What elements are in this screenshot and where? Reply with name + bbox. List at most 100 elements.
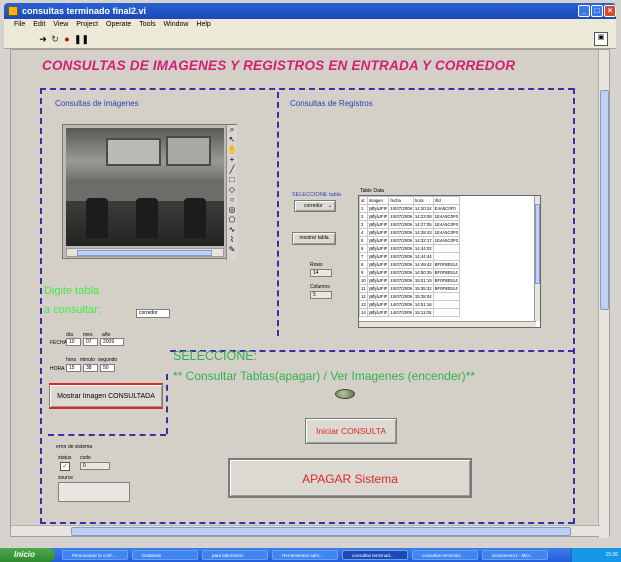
oval-icon[interactable]: ○ bbox=[227, 195, 237, 205]
table-cell: 10/07/2009 bbox=[388, 212, 414, 221]
selection-left-divider bbox=[166, 374, 168, 434]
abort-icon[interactable]: ● bbox=[62, 34, 72, 44]
pause-icon[interactable]: ❚❚ bbox=[74, 34, 89, 44]
menu-edit[interactable]: Edit bbox=[33, 21, 45, 28]
data-table-grid: id imagen fecha hora rfid 1 ÿØÿàJFIF 10/07/200… bbox=[359, 196, 461, 317]
menu-window[interactable]: Window bbox=[164, 21, 189, 28]
table-row[interactable]: 2 ÿØÿàJFIF 10/07/2009 14:23:08 1E4A5C0F0 bbox=[359, 212, 461, 221]
pointer-icon[interactable]: ↖ bbox=[227, 135, 237, 145]
middle-divider bbox=[277, 92, 279, 336]
table-cell bbox=[432, 244, 461, 253]
menu-view[interactable]: View bbox=[53, 21, 68, 28]
table-vertical-scrollbar[interactable] bbox=[534, 196, 540, 321]
show-table-button[interactable]: mostrar tabla bbox=[292, 232, 336, 245]
table-select-ring[interactable]: corredor ⌄ bbox=[294, 200, 336, 212]
close-icon[interactable]: × bbox=[604, 5, 616, 17]
table-cell: 14:27:05 bbox=[412, 220, 434, 229]
table-name-input[interactable]: corredor bbox=[136, 309, 170, 318]
select-table-label: SELECCIONE tabla bbox=[292, 192, 341, 198]
table-cell: 14:51:16 bbox=[412, 300, 434, 309]
point-icon[interactable]: + bbox=[227, 155, 237, 165]
menu-file[interactable]: File bbox=[14, 21, 25, 28]
task-button-6[interactable]: Documento1 - Micr... bbox=[482, 550, 548, 560]
minute-input[interactable]: 38 bbox=[83, 364, 98, 372]
menu-tools[interactable]: Tools bbox=[139, 21, 155, 28]
rotated-rect-icon[interactable]: ◇ bbox=[227, 185, 237, 195]
task-button-1[interactable]: Database bbox=[132, 550, 198, 560]
menu-help[interactable]: Help bbox=[196, 21, 210, 28]
table-row[interactable]: 13 ÿØÿàJFIF 14/07/2009 14:51:16 bbox=[359, 300, 461, 309]
table-cell: E4A5C0F0 bbox=[432, 204, 461, 213]
table-cell bbox=[432, 292, 461, 301]
table-header-cell: fecha bbox=[388, 196, 414, 205]
table-row[interactable]: 7 ÿØÿàJFIF 10/07/2009 14:44:44 bbox=[359, 252, 461, 261]
table-row[interactable]: 9 ÿØÿàJFIF 10/07/2009 14:50:25 BF0F8E514 bbox=[359, 268, 461, 277]
table-horizontal-scrollbar[interactable] bbox=[359, 321, 536, 327]
error-cluster-title: error de sistema bbox=[56, 444, 93, 450]
day-input[interactable]: 10 bbox=[66, 338, 81, 346]
year-input[interactable]: 2009 bbox=[100, 338, 124, 346]
table-row[interactable]: 14 ÿØÿàJFIF 14/07/2009 15:11:05 bbox=[359, 308, 461, 317]
image-display[interactable]: ⌕ ↖ ✋ + ╱ □ ◇ ○ ◎ ⬠ ∿ ⌇ ✎ bbox=[62, 124, 237, 260]
start-query-button[interactable]: Iniciar CONSULTA bbox=[305, 418, 397, 444]
panel-vertical-scrollbar[interactable] bbox=[598, 50, 609, 538]
broken-line-icon[interactable]: ⌇ bbox=[227, 235, 237, 245]
table-row[interactable]: 5 ÿØÿàJFIF 10/07/2009 14:32:17 1E4A5C0F0 bbox=[359, 236, 461, 245]
image-horizontal-scrollbar[interactable] bbox=[66, 248, 224, 257]
table-row[interactable]: 4 ÿØÿàJFIF 10/07/2009 14:28:43 1E4A5C0F0 bbox=[359, 228, 461, 237]
maximize-icon[interactable]: □ bbox=[591, 5, 603, 17]
menu-project[interactable]: Project bbox=[76, 21, 98, 28]
line-icon[interactable]: ╱ bbox=[227, 165, 237, 175]
task-button-0[interactable]: Personalizar la conf... bbox=[62, 550, 128, 560]
task-button-3[interactable]: Herramientas adm... bbox=[272, 550, 338, 560]
run-arrow-icon[interactable]: ➜ bbox=[38, 34, 48, 44]
panel-horizontal-scrollbar[interactable] bbox=[11, 525, 600, 536]
second-input[interactable]: 50 bbox=[100, 364, 115, 372]
table-row[interactable]: 11 ÿØÿàJFIF 10/07/2009 15:35:32 BF0F8E514 bbox=[359, 284, 461, 293]
hour-input[interactable]: 15 bbox=[66, 364, 81, 372]
pan-icon[interactable]: ✋ bbox=[227, 145, 237, 155]
rows-indicator: 14 bbox=[310, 269, 332, 277]
table-cell: 10 bbox=[359, 276, 368, 285]
polygon-icon[interactable]: ⬠ bbox=[227, 215, 237, 225]
table-cell: ÿØÿàJFIF bbox=[366, 212, 390, 221]
shutdown-button[interactable]: APAGAR Sistema bbox=[228, 458, 472, 498]
start-button[interactable]: Inicio bbox=[0, 548, 55, 562]
data-table[interactable]: id imagen fecha hora rfid 1 ÿØÿàJFIF 10/07/200… bbox=[358, 195, 541, 328]
minimize-icon[interactable]: _ bbox=[578, 5, 590, 17]
table-row[interactable]: 12 ÿØÿàJFIF 10/07/2009 15:38:04 bbox=[359, 292, 461, 301]
table-cell: 1E4A5C0F0 bbox=[432, 212, 461, 221]
table-row[interactable]: 3 ÿØÿàJFIF 10/07/2009 14:27:05 1E4A5C0F0 bbox=[359, 220, 461, 229]
menu-operate[interactable]: Operate bbox=[106, 21, 131, 28]
table-row[interactable]: 1 ÿØÿàJFIF 10/07/2009 14:20:24 E4A5C0F0 bbox=[359, 204, 461, 213]
table-row[interactable]: 8 ÿØÿàJFIF 10/07/2009 14:49:42 BF0F8E514 bbox=[359, 260, 461, 269]
table-cell: 10/07/2009 bbox=[388, 260, 414, 269]
table-row[interactable]: 6 ÿØÿàJFIF 10/07/2009 14:44:02 bbox=[359, 244, 461, 253]
title-bar: consultas terminado final2.vi _ □ × bbox=[4, 3, 616, 19]
month-input[interactable]: 07 bbox=[83, 338, 98, 346]
show-image-button[interactable]: Mostrar Imagen CONSULTADA bbox=[49, 383, 163, 409]
table-row[interactable]: 10 ÿØÿàJFIF 10/07/2009 15:01:19 BF0F8E514 bbox=[359, 276, 461, 285]
mode-toggle-led[interactable] bbox=[335, 389, 355, 399]
rectangle-icon[interactable]: □ bbox=[227, 175, 237, 185]
table-cell: ÿØÿàJFIF bbox=[366, 300, 390, 309]
run-continuously-icon[interactable]: ↻ bbox=[50, 34, 60, 44]
zoom-icon[interactable]: ⌕ bbox=[227, 125, 237, 135]
table-cell: 14/07/2009 bbox=[388, 300, 414, 309]
freehand-icon[interactable]: ∿ bbox=[227, 225, 237, 235]
status-label: status bbox=[58, 455, 72, 461]
hora-label: HORA bbox=[50, 366, 65, 372]
right-divider bbox=[573, 88, 575, 524]
image-tools-palette: ⌕ ↖ ✋ + ╱ □ ◇ ○ ◎ ⬠ ∿ ⌇ ✎ bbox=[226, 125, 237, 260]
task-button-4[interactable]: consultas terminad... bbox=[342, 550, 408, 560]
task-button-2[interactable]: para laboratorio bbox=[202, 550, 268, 560]
task-button-5[interactable]: consultas terminad... bbox=[412, 550, 478, 560]
table-cell: 14:32:17 bbox=[412, 236, 434, 245]
freehand-region-icon[interactable]: ✎ bbox=[227, 245, 237, 255]
annulus-icon[interactable]: ◎ bbox=[227, 205, 237, 215]
table-cell: 10/07/2009 bbox=[388, 244, 414, 253]
fecha-label: FECHA bbox=[50, 340, 67, 346]
hour-label: hora bbox=[66, 357, 77, 363]
error-source-indicator bbox=[58, 482, 130, 502]
table-cell: 10/07/2009 bbox=[388, 284, 414, 293]
